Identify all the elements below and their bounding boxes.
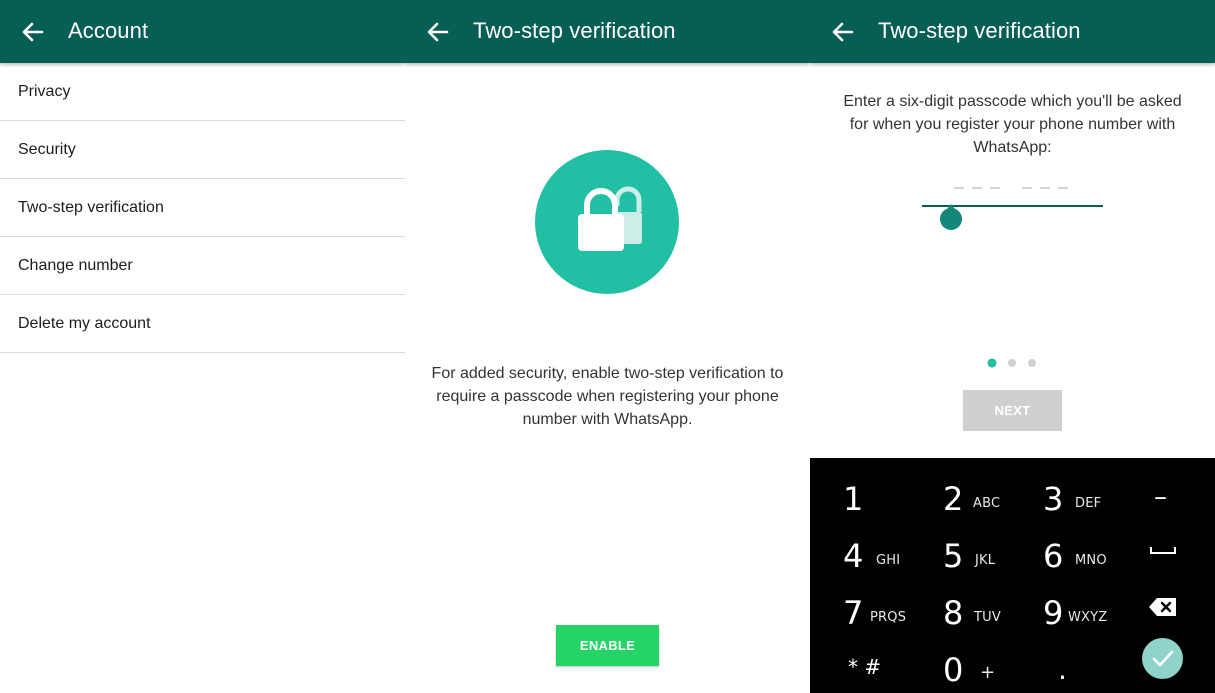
key-9[interactable]: 9 WXYZ bbox=[1043, 582, 1143, 639]
description-text: For added security, enable two-step veri… bbox=[431, 365, 784, 428]
page-title: Two-step verification bbox=[473, 18, 676, 43]
account-screen: Account Privacy Security Two-step verifi… bbox=[0, 0, 405, 693]
key-minus[interactable]: – bbox=[1140, 468, 1190, 525]
passcode-input[interactable] bbox=[952, 178, 1082, 192]
space-icon bbox=[1150, 547, 1176, 554]
settings-list: Privacy Security Two-step verification C… bbox=[0, 63, 405, 353]
passcode-entry-screen: Two-step verification Enter a six-digit … bbox=[810, 0, 1215, 693]
checkmark-icon bbox=[1152, 650, 1174, 667]
list-item-two-step-verification[interactable]: Two-step verification bbox=[0, 179, 405, 237]
period-symbol: . bbox=[1058, 653, 1067, 686]
text-cursor-handle-icon[interactable] bbox=[939, 202, 963, 232]
back-arrow-icon[interactable] bbox=[828, 17, 858, 47]
two-step-intro-screen: Two-step verification For added security… bbox=[405, 0, 810, 693]
key-digit: 3 bbox=[1043, 480, 1064, 518]
key-letters: MNO bbox=[1075, 553, 1107, 568]
key-digit: 9 bbox=[1043, 594, 1064, 632]
key-digit: 1 bbox=[843, 480, 864, 518]
key-2[interactable]: 2 ABC bbox=[943, 468, 1043, 525]
key-star-hash[interactable]: * # bbox=[845, 639, 945, 693]
key-6[interactable]: 6 MNO bbox=[1043, 525, 1143, 582]
key-digit: 2 bbox=[943, 480, 964, 518]
app-bar: Account bbox=[0, 0, 405, 63]
back-arrow-icon[interactable] bbox=[423, 17, 453, 47]
page-indicator bbox=[987, 358, 1036, 368]
backspace-icon bbox=[1149, 598, 1176, 616]
key-5[interactable]: 5 JKL bbox=[943, 525, 1043, 582]
app-bar: Two-step verification bbox=[405, 0, 810, 63]
key-digit: 4 bbox=[843, 537, 864, 575]
lock-icon bbox=[578, 186, 642, 251]
key-backspace[interactable] bbox=[1146, 582, 1186, 639]
list-item-change-number[interactable]: Change number bbox=[0, 237, 405, 295]
numeric-keypad: 1 2 ABC 3 DEF – 4 GHI 5 JKL 6 MNO 7 PRQS… bbox=[810, 458, 1215, 693]
minus-symbol: – bbox=[1154, 482, 1167, 512]
key-letters: PRQS bbox=[870, 610, 907, 625]
page-dot-active bbox=[987, 358, 997, 368]
list-item-delete-account[interactable]: Delete my account bbox=[0, 295, 405, 353]
key-letters: JKL bbox=[975, 553, 996, 568]
star-hash-symbol: * # bbox=[848, 655, 882, 679]
page-dot bbox=[1028, 359, 1036, 367]
key-digit: 0 bbox=[943, 651, 964, 689]
page-title: Two-step verification bbox=[878, 18, 1081, 43]
key-8[interactable]: 8 TUV bbox=[943, 582, 1043, 639]
key-digit: 6 bbox=[1043, 537, 1064, 575]
key-digit: 5 bbox=[943, 537, 964, 575]
enable-button[interactable]: ENABLE bbox=[556, 625, 659, 666]
key-space[interactable] bbox=[1147, 525, 1187, 582]
key-1[interactable]: 1 bbox=[840, 468, 940, 525]
key-letters: WXYZ bbox=[1068, 610, 1108, 625]
key-letters: DEF bbox=[1075, 496, 1102, 511]
key-plus: + bbox=[980, 662, 996, 683]
list-item-privacy[interactable]: Privacy bbox=[0, 63, 405, 121]
key-letters: TUV bbox=[974, 610, 1001, 625]
page-title: Account bbox=[68, 18, 149, 43]
next-button[interactable]: NEXT bbox=[963, 390, 1062, 431]
key-digit: 7 bbox=[843, 594, 864, 632]
page-dot bbox=[1008, 359, 1016, 367]
key-period[interactable]: . bbox=[1050, 639, 1090, 693]
lock-badge bbox=[535, 150, 679, 294]
key-letters: GHI bbox=[876, 553, 901, 568]
key-7[interactable]: 7 PRQS bbox=[843, 582, 943, 639]
app-bar: Two-step verification bbox=[810, 0, 1215, 63]
key-digit: 8 bbox=[943, 594, 964, 632]
back-arrow-icon[interactable] bbox=[18, 17, 48, 47]
list-item-security[interactable]: Security bbox=[0, 121, 405, 179]
key-0[interactable]: 0 + bbox=[943, 639, 1043, 693]
passcode-prompt: Enter a six-digit passcode which you'll … bbox=[843, 93, 1182, 156]
done-button[interactable] bbox=[1142, 638, 1183, 679]
key-3[interactable]: 3 DEF bbox=[1043, 468, 1143, 525]
key-4[interactable]: 4 GHI bbox=[843, 525, 943, 582]
key-letters: ABC bbox=[973, 496, 1001, 511]
